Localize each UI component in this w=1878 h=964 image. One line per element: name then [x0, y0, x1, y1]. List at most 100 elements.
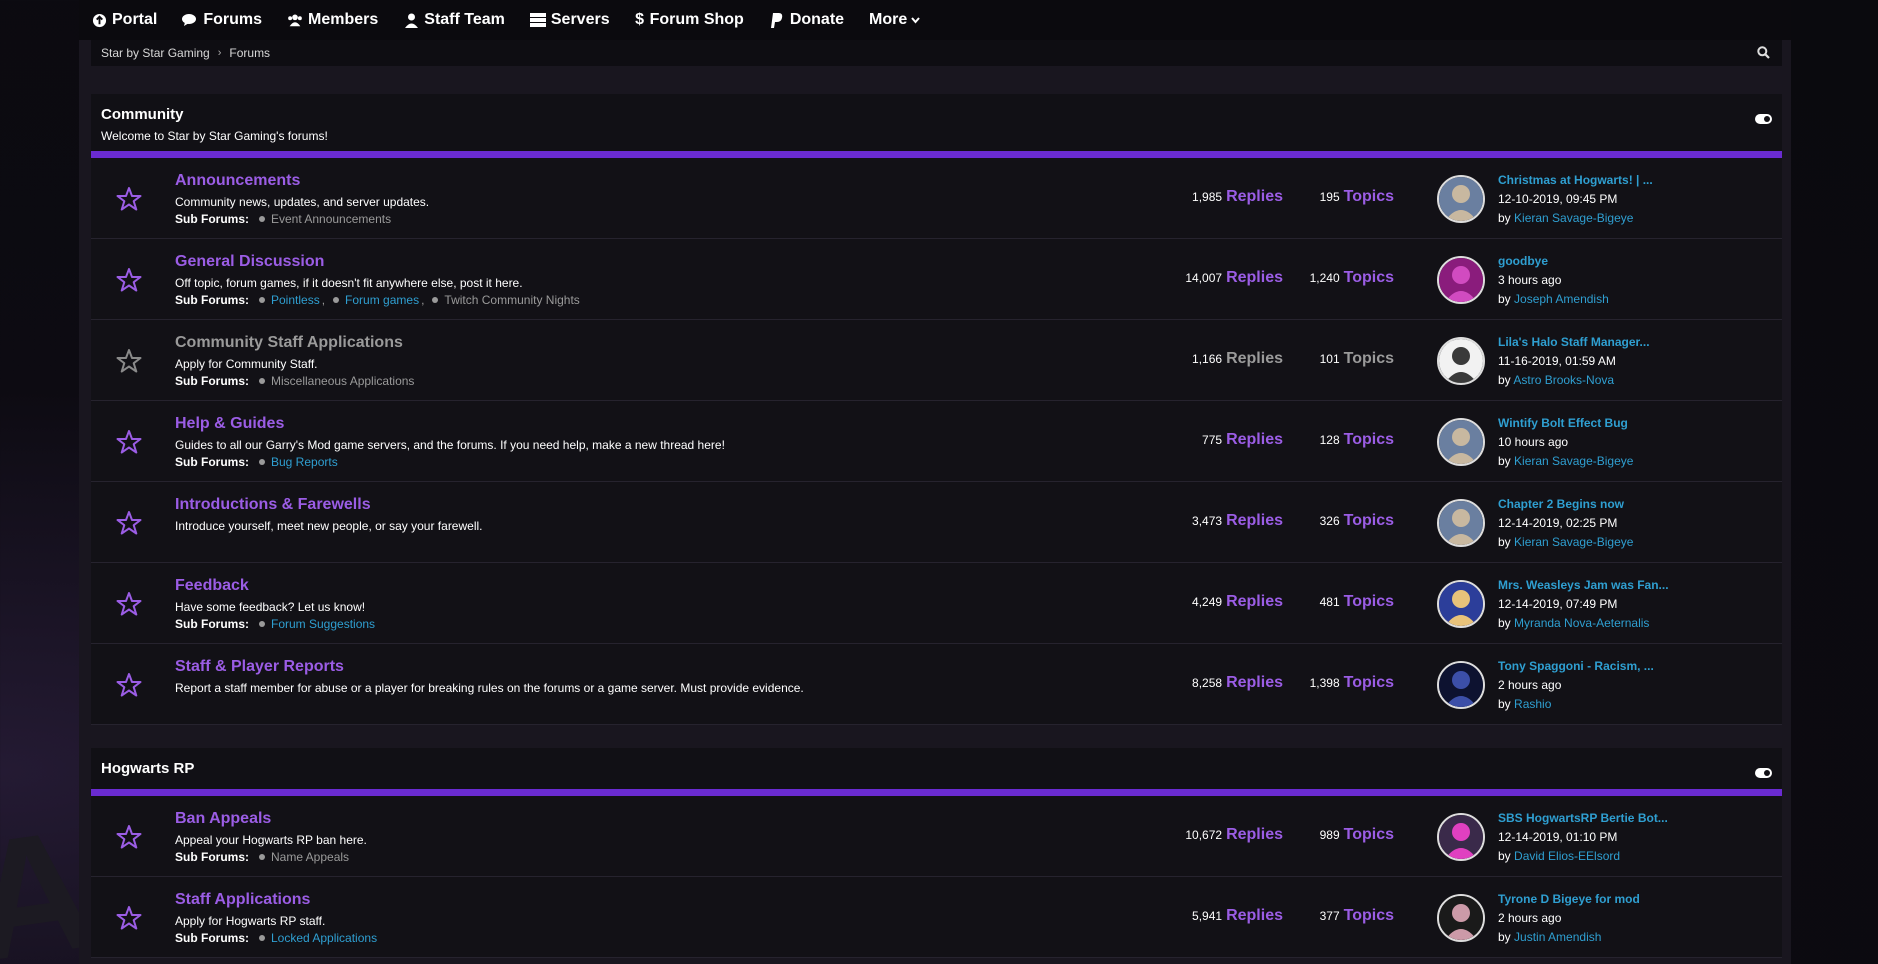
replies-count: 3,473 Replies	[1192, 512, 1283, 530]
search-icon[interactable]	[1757, 46, 1770, 62]
breadcrumb: Star by Star Gaming › Forums	[91, 40, 1782, 66]
paypal-icon	[769, 12, 785, 28]
topics-number: 1,240	[1309, 271, 1340, 285]
last-post-title-link[interactable]: Tyrone D Bigeye for mod	[1498, 890, 1640, 909]
topics-label: Topics	[1343, 907, 1394, 924]
last-post-date: 12-14-2019, 01:10 PM	[1498, 830, 1618, 844]
nav-shop-label: Forum Shop	[649, 11, 744, 28]
sub-forum-link[interactable]: Forum Suggestions	[259, 617, 375, 631]
nav-servers[interactable]: Servers	[529, 11, 610, 29]
breadcrumb-current[interactable]: Forums	[229, 46, 270, 60]
star-icon[interactable]	[116, 591, 142, 617]
last-post-title-link[interactable]: SBS HogwartsRP Bertie Bot...	[1498, 809, 1668, 828]
last-post-user-link[interactable]: David Elios-EElsord	[1514, 849, 1620, 863]
nav-donate[interactable]: Donate	[769, 11, 844, 29]
replies-label: Replies	[1226, 907, 1283, 924]
star-icon[interactable]	[116, 429, 142, 455]
avatar[interactable]	[1437, 337, 1485, 385]
breadcrumb-home[interactable]: Star by Star Gaming	[101, 46, 210, 60]
last-post-date: 12-10-2019, 09:45 PM	[1498, 192, 1618, 206]
nav-staff-team[interactable]: Staff Team	[403, 11, 505, 29]
server-icon	[529, 12, 546, 28]
last-post-title-link[interactable]: Christmas at Hogwarts! | ...	[1498, 171, 1653, 190]
nav-donate-label: Donate	[789, 11, 845, 28]
replies-count: 775 Replies	[1202, 431, 1283, 449]
star-icon[interactable]	[116, 510, 142, 536]
sub-forum-link[interactable]: Forum games	[333, 293, 419, 307]
avatar[interactable]	[1437, 580, 1485, 628]
last-post-user-link[interactable]: Justin Amendish	[1514, 930, 1601, 944]
sub-forums: Sub Forums: Pointless, Forum games, Twitch …	[175, 293, 586, 307]
star-icon[interactable]	[116, 267, 142, 293]
forum-title-link[interactable]: Announcements	[175, 172, 300, 190]
nav-forums[interactable]: Forums	[182, 11, 262, 29]
forum-title-link[interactable]: Help & Guides	[175, 415, 284, 433]
avatar[interactable]	[1437, 661, 1485, 709]
forum-title-link[interactable]: General Discussion	[175, 253, 324, 271]
collapse-toggle-icon[interactable]	[1755, 768, 1772, 778]
sub-forums-label: Sub Forums:	[175, 212, 249, 226]
last-post-by: by	[1498, 930, 1511, 944]
nav-members-label: Members	[308, 11, 379, 28]
sub-forum-link[interactable]: Event Announcements	[259, 212, 391, 226]
forum-title-link[interactable]: Introductions & Farewells	[175, 496, 371, 514]
sub-forum-link[interactable]: Bug Reports	[259, 455, 338, 469]
last-post-user-link[interactable]: Kieran Savage-Bigeye	[1514, 211, 1633, 225]
forum-title-link[interactable]: Ban Appeals	[175, 810, 271, 828]
forum-description: Apply for Hogwarts RP staff.	[175, 914, 326, 928]
replies-number: 10,672	[1185, 828, 1223, 842]
last-post-user-link[interactable]: Kieran Savage-Bigeye	[1514, 535, 1633, 549]
forum-title-link[interactable]: Community Staff Applications	[175, 334, 403, 352]
forum-title-link[interactable]: Feedback	[175, 577, 249, 595]
replies-label: Replies	[1226, 269, 1283, 286]
nav-more[interactable]: More	[869, 11, 921, 29]
sub-forum-link[interactable]: Twitch Community Nights	[432, 293, 580, 307]
sub-forum-link[interactable]: Pointless	[259, 293, 320, 307]
nav-members[interactable]: Members	[287, 11, 378, 29]
forum-row: Staff & Player Reports Report a staff mem…	[91, 644, 1782, 725]
nav-portal[interactable]: Portal	[91, 11, 157, 29]
forum-title-link[interactable]: Staff & Player Reports	[175, 658, 344, 676]
last-post-user-link[interactable]: Kieran Savage-Bigeye	[1514, 454, 1633, 468]
forum-description: Community news, updates, and server upda…	[175, 195, 430, 209]
last-post-by: by	[1498, 373, 1511, 387]
sub-forum-link[interactable]: Miscellaneous Applications	[259, 374, 414, 388]
last-post-user-link[interactable]: Rashio	[1514, 697, 1551, 711]
avatar[interactable]	[1437, 418, 1485, 466]
last-post-date: 12-14-2019, 02:25 PM	[1498, 516, 1618, 530]
avatar[interactable]	[1437, 894, 1485, 942]
last-post-title-link[interactable]: goodbye	[1498, 252, 1609, 271]
avatar[interactable]	[1437, 499, 1485, 547]
last-post-title-link[interactable]: Mrs. Weasleys Jam was Fan...	[1498, 576, 1669, 595]
sub-forums: Sub Forums: Event Announcements	[175, 212, 397, 226]
last-post-user-link[interactable]: Myranda Nova-Aeternalis	[1514, 616, 1649, 630]
collapse-toggle-icon[interactable]	[1755, 114, 1772, 124]
sub-forum-link[interactable]: Locked Applications	[259, 931, 377, 945]
avatar[interactable]	[1437, 256, 1485, 304]
last-post-title-link[interactable]: Wintify Bolt Effect Bug	[1498, 414, 1633, 433]
avatar[interactable]	[1437, 175, 1485, 223]
star-icon[interactable]	[116, 905, 142, 931]
last-post-user-link[interactable]: Joseph Amendish	[1514, 292, 1609, 306]
last-post-title-link[interactable]: Chapter 2 Begins now	[1498, 495, 1633, 514]
separator: ,	[421, 293, 425, 307]
sub-forum-link[interactable]: Name Appeals	[259, 850, 349, 864]
star-icon[interactable]	[116, 186, 142, 212]
star-icon[interactable]	[116, 672, 142, 698]
separator: ,	[321, 293, 326, 307]
topics-count: 128 Topics	[1320, 431, 1394, 449]
last-post-title-link[interactable]: Lila's Halo Staff Manager...	[1498, 333, 1650, 352]
topics-label: Topics	[1343, 350, 1394, 367]
sub-forum-dot-icon	[259, 297, 265, 303]
star-icon[interactable]	[116, 824, 142, 850]
topics-label: Topics	[1343, 431, 1394, 448]
last-post-user-link[interactable]: Astro Brooks-Nova	[1513, 373, 1614, 387]
star-icon[interactable]	[116, 348, 142, 374]
replies-count: 4,249 Replies	[1192, 593, 1283, 611]
last-post: Christmas at Hogwarts! | ... 12-10-2019, …	[1498, 171, 1653, 228]
last-post-title-link[interactable]: Tony Spaggoni - Racism, ...	[1498, 657, 1654, 676]
avatar[interactable]	[1437, 813, 1485, 861]
nav-forum-shop[interactable]: $ Forum Shop	[635, 11, 744, 29]
topics-number: 1,398	[1309, 676, 1340, 690]
forum-title-link[interactable]: Staff Applications	[175, 891, 310, 909]
